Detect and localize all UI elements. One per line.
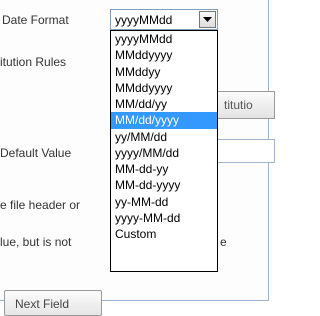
date-format-select[interactable]: yyyyMMdd bbox=[110, 9, 218, 30]
default-value-input[interactable] bbox=[215, 139, 275, 163]
note-text-tail: e bbox=[220, 235, 227, 249]
date-format-dropdown-list[interactable]: yyyyMMdd MMddyyyy MMddyy MMddyyyy MM/dd/… bbox=[110, 30, 218, 272]
option-yy-MM-dd[interactable]: yy-MM-dd bbox=[111, 194, 217, 210]
field-settings-panel: Date Format yyyyMMdd itution Rules titut… bbox=[0, 0, 275, 316]
option-MM-dd-yyyy[interactable]: MM-dd-yyyy bbox=[111, 177, 217, 193]
file-header-text: e file header or bbox=[0, 198, 81, 212]
date-format-label: Date Format bbox=[2, 13, 69, 27]
dropdown-button[interactable] bbox=[199, 11, 216, 28]
option-yyyy-MM-dd[interactable]: yyyy-MM-dd bbox=[111, 210, 217, 226]
option-custom[interactable]: Custom bbox=[111, 226, 217, 242]
next-field-button[interactable]: Next Field bbox=[4, 290, 102, 316]
default-value-label: Default Value bbox=[0, 146, 72, 160]
note-text: lue, but is not bbox=[0, 235, 72, 249]
option-yy-slash-MM-slash-dd[interactable]: yy/MM/dd bbox=[111, 129, 217, 145]
option-MMddyyyy-2[interactable]: MMddyyyy bbox=[111, 80, 217, 96]
next-field-button-label: Next Field bbox=[15, 297, 70, 311]
option-yyyy-slash-MM-slash-dd[interactable]: yyyy/MM/dd bbox=[111, 145, 217, 161]
institution-rules-button[interactable]: titutio bbox=[215, 91, 275, 119]
institution-rules-button-label: titutio bbox=[224, 98, 253, 112]
option-MMddyy[interactable]: MMddyy bbox=[111, 64, 217, 80]
institution-rules-label: itution Rules bbox=[0, 55, 67, 69]
option-MMddyyyy[interactable]: MMddyyyy bbox=[111, 47, 217, 63]
option-MM-dd-yy[interactable]: MM-dd-yy bbox=[111, 161, 217, 177]
option-yyyyMMdd[interactable]: yyyyMMdd bbox=[111, 31, 217, 47]
option-MM-slash-dd-slash-yyyy-highlighted[interactable]: MM/dd/yyyy bbox=[111, 112, 217, 129]
option-MM-slash-dd-slash-yy[interactable]: MM/dd/yy bbox=[111, 96, 217, 112]
chevron-down-icon bbox=[203, 17, 212, 22]
date-format-selected-value: yyyyMMdd bbox=[115, 13, 173, 27]
